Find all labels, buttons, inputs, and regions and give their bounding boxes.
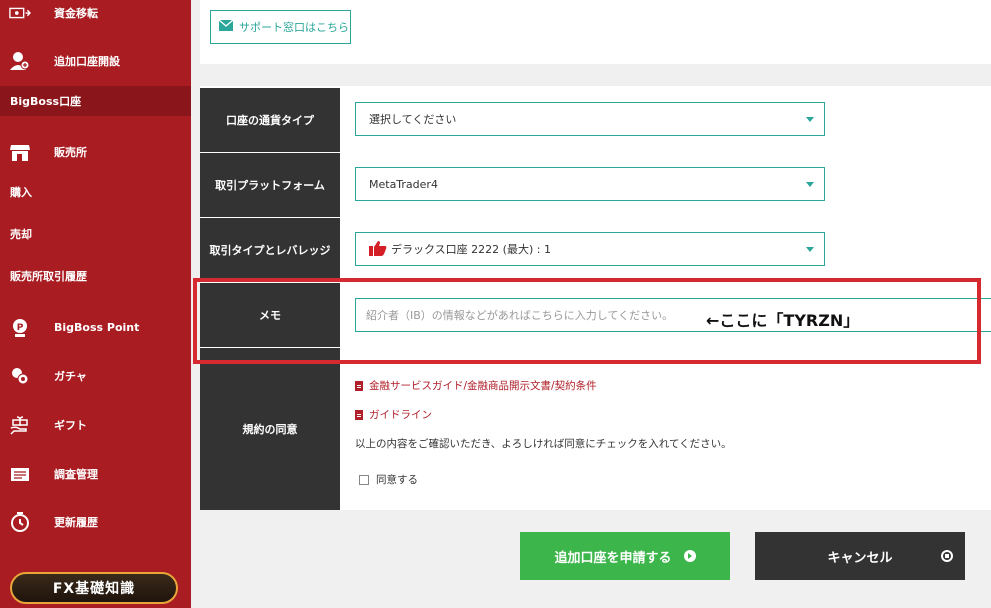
sidebar-item-label: 販売所取引履歴: [10, 270, 87, 283]
thumbs-up-icon: [369, 240, 387, 259]
sidebar-item-label: 売却: [10, 228, 32, 241]
sidebar-item-label: 調査管理: [54, 468, 98, 481]
currency-type-value: 選択してください: [369, 113, 457, 126]
document-icon: [355, 409, 363, 420]
sidebar-item-update-history[interactable]: 更新履歴: [0, 510, 191, 534]
svg-text:P: P: [17, 323, 24, 333]
annotation-text: ←ここに「TYRZN」: [706, 311, 860, 330]
sidebar-item-label: BigBoss口座: [10, 95, 82, 108]
sidebar-item-label: 資金移転: [54, 7, 98, 20]
leverage-value: デラックス口座 2222 (最大) : 1: [391, 243, 551, 256]
document-icon: [355, 380, 363, 391]
sidebar-item-survey[interactable]: 調査管理: [0, 462, 191, 486]
sidebar-item-store[interactable]: 販売所: [0, 140, 191, 164]
sidebar-item-sell[interactable]: 売却: [0, 224, 191, 244]
history-icon: [9, 511, 31, 533]
sidebar-item-gift[interactable]: ギフト: [0, 413, 191, 437]
sidebar-item-fund-transfer[interactable]: 資金移転: [0, 3, 191, 23]
platform-select[interactable]: MetaTrader4: [355, 167, 825, 201]
support-button[interactable]: サポート窓口はこちら: [210, 10, 351, 44]
submit-button-label: 追加口座を申請する: [554, 550, 672, 566]
account-form: 口座の通貨タイプ 選択してください 取引プラットフォーム MetaTrader4…: [200, 86, 991, 510]
gift-icon: [9, 414, 31, 436]
fx-basics-button[interactable]: FX基礎知識: [10, 572, 178, 604]
sidebar-item-label: 追加口座開設: [54, 55, 120, 68]
submit-button[interactable]: 追加口座を申請する: [520, 532, 730, 580]
main-content: サポート窓口はこちら 口座の通貨タイプ 選択してください 取引プラットフォーム …: [191, 0, 991, 608]
agree-checkbox[interactable]: [359, 474, 369, 485]
mail-icon: [218, 19, 234, 34]
support-button-label: サポート窓口はこちら: [239, 21, 349, 34]
arrow-right-circle-icon: [683, 550, 696, 562]
add-account-icon: [9, 50, 31, 72]
sidebar-item-label: ギフト: [54, 419, 87, 432]
memo-input[interactable]: 紹介者（IB）の情報などがあればこちらに入力してください。: [355, 298, 991, 332]
agree-checkbox-row[interactable]: 同意する: [359, 472, 418, 487]
sidebar-item-label: 販売所: [54, 146, 87, 159]
sidebar-item-bigboss-account[interactable]: BigBoss口座: [0, 86, 191, 116]
sidebar-item-bigboss-point[interactable]: P BigBoss Point: [0, 315, 191, 339]
financial-docs-link[interactable]: 金融サービスガイド/金融商品開示文書/契約条件: [355, 378, 597, 393]
terms-notice: 以上の内容をご確認いただき、よろしければ同意にチェックを入れてください。: [355, 438, 732, 450]
chevron-down-icon: [806, 182, 814, 187]
platform-value: MetaTrader4: [369, 177, 438, 191]
money-transfer-icon: [9, 2, 31, 24]
point-icon: P: [9, 316, 31, 338]
sidebar-item-add-account[interactable]: 追加口座開設: [0, 49, 191, 73]
chevron-down-icon: [806, 117, 814, 122]
guideline-link[interactable]: ガイドライン: [355, 407, 432, 422]
leverage-label: 取引タイプとレバレッジ: [200, 218, 340, 282]
sidebar-item-label: 購入: [10, 186, 32, 199]
guideline-link-label: ガイドライン: [369, 409, 432, 421]
terms-label: 規約の同意: [200, 348, 340, 510]
sidebar-item-label: ガチャ: [54, 370, 87, 383]
survey-icon: [9, 463, 31, 485]
cancel-button-label: キャンセル: [827, 550, 893, 566]
financial-docs-link-label: 金融サービスガイド/金融商品開示文書/契約条件: [369, 380, 597, 392]
chevron-down-icon: [806, 247, 814, 252]
platform-label: 取引プラットフォーム: [200, 153, 340, 217]
currency-type-select[interactable]: 選択してください: [355, 102, 825, 136]
agree-checkbox-label: 同意する: [376, 474, 418, 486]
sidebar-item-gacha[interactable]: ガチャ: [0, 364, 191, 388]
store-icon: [9, 141, 31, 163]
sidebar: 資金移転 追加口座開設 BigBoss口座 販売所 購入 売却 販売所取引履歴 …: [0, 0, 191, 608]
leverage-select[interactable]: デラックス口座 2222 (最大) : 1: [355, 232, 825, 266]
sidebar-item-buy[interactable]: 購入: [0, 182, 191, 202]
sidebar-item-label: 更新履歴: [54, 516, 98, 529]
currency-type-label: 口座の通貨タイプ: [200, 88, 340, 152]
sidebar-item-store-history[interactable]: 販売所取引履歴: [0, 266, 191, 286]
sidebar-item-label: BigBoss Point: [54, 320, 140, 334]
stop-circle-icon: [941, 550, 953, 562]
cancel-button[interactable]: キャンセル: [755, 532, 965, 580]
memo-label: メモ: [200, 283, 340, 347]
gacha-icon: [9, 365, 31, 387]
support-panel: サポート窓口はこちら: [200, 0, 991, 64]
